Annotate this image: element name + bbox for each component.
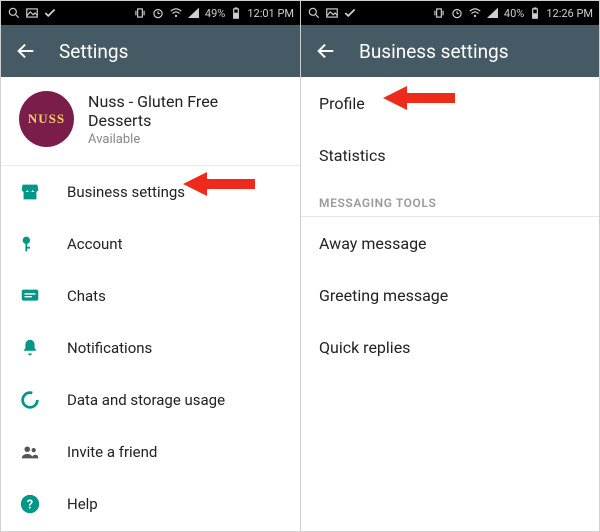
row-label: Chats <box>67 287 106 305</box>
signal-icon <box>486 6 500 20</box>
avatar-text: NUSS <box>28 111 65 127</box>
row-label: Statistics <box>319 146 386 165</box>
image-icon <box>25 6 39 20</box>
check-icon <box>343 6 357 20</box>
help-icon: ? <box>19 493 41 515</box>
row-label: Notifications <box>67 339 152 357</box>
row-label: Profile <box>319 94 365 113</box>
status-bar: 40% 12:26 PM <box>301 1 599 25</box>
svg-text:?: ? <box>27 498 33 513</box>
row-help[interactable]: ? Help <box>1 478 300 530</box>
row-statistics[interactable]: Statistics <box>301 129 599 181</box>
action-bar: Settings <box>1 25 300 77</box>
profile-name: Nuss - Gluten Free Desserts <box>88 92 282 130</box>
business-settings-screen: 40% 12:26 PM Business settings Profile S… <box>300 1 599 531</box>
vibrate-icon <box>133 6 147 20</box>
clock-time: 12:26 PM <box>546 7 593 20</box>
search-icon <box>307 6 321 20</box>
row-label: Invite a friend <box>67 443 157 461</box>
row-label: Business settings <box>67 183 185 201</box>
profile-status: Available <box>88 132 282 147</box>
wifi-icon <box>468 6 482 20</box>
row-label: Quick replies <box>319 338 410 357</box>
check-icon <box>43 6 57 20</box>
row-label: Data and storage usage <box>67 391 225 409</box>
signal-icon <box>187 6 201 20</box>
row-business-settings[interactable]: Business settings <box>1 166 300 218</box>
row-label: Away message <box>319 234 427 253</box>
row-account[interactable]: Account <box>1 218 300 270</box>
row-invite-friend[interactable]: Invite a friend <box>1 426 300 478</box>
row-quick-replies[interactable]: Quick replies <box>301 321 599 373</box>
profile-header[interactable]: NUSS Nuss - Gluten Free Desserts Availab… <box>1 77 300 166</box>
settings-screen: 49% 12:01 PM Settings NUSS Nuss - Gluten… <box>1 1 300 531</box>
vibrate-icon <box>432 6 446 20</box>
battery-icon <box>229 6 243 20</box>
key-icon <box>19 233 41 255</box>
row-label: Account <box>67 235 123 253</box>
settings-list: Business settings Account Chats Notifica… <box>1 166 300 530</box>
row-data-storage[interactable]: Data and storage usage <box>1 374 300 426</box>
business-settings-list: Profile Statistics MESSAGING TOOLS Away … <box>301 77 599 373</box>
alarm-icon <box>151 6 165 20</box>
store-icon <box>19 181 41 203</box>
battery-pct: 40% <box>504 7 524 20</box>
row-away-message[interactable]: Away message <box>301 217 599 269</box>
row-chats[interactable]: Chats <box>1 270 300 322</box>
row-greeting-message[interactable]: Greeting message <box>301 269 599 321</box>
action-bar: Business settings <box>301 25 599 77</box>
status-bar: 49% 12:01 PM <box>1 1 300 25</box>
row-profile[interactable]: Profile <box>301 77 599 129</box>
chat-icon <box>19 285 41 307</box>
section-header-messaging: MESSAGING TOOLS <box>301 181 599 217</box>
search-icon <box>7 6 21 20</box>
avatar: NUSS <box>19 91 74 147</box>
alarm-icon <box>450 6 464 20</box>
page-title: Business settings <box>359 40 509 63</box>
image-icon <box>325 6 339 20</box>
page-title: Settings <box>59 40 128 63</box>
wifi-icon <box>169 6 183 20</box>
people-icon <box>19 441 41 463</box>
back-button[interactable] <box>15 40 37 62</box>
row-label: Help <box>67 495 98 513</box>
data-usage-icon <box>19 389 41 411</box>
clock-time: 12:01 PM <box>247 7 294 20</box>
back-button[interactable] <box>315 40 337 62</box>
row-label: Greeting message <box>319 286 448 305</box>
row-notifications[interactable]: Notifications <box>1 322 300 374</box>
bell-icon <box>19 337 41 359</box>
battery-pct: 49% <box>205 7 225 20</box>
battery-icon <box>528 6 542 20</box>
